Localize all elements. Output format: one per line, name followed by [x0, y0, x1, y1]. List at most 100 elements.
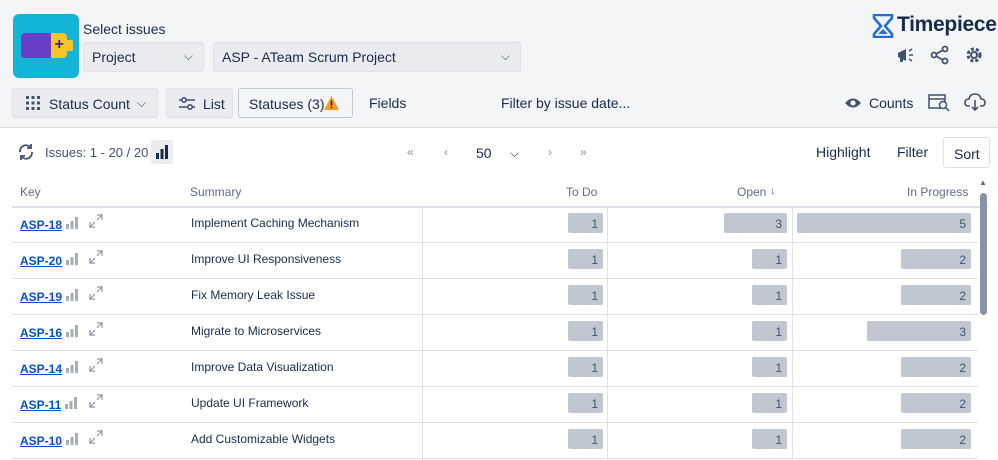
issues-count: Issues: 1 - 20 / 20	[45, 145, 149, 160]
column-header-in-progress[interactable]: In Progress	[907, 185, 968, 199]
project-select-dropdown[interactable]: ASP - ATeam Scrum Project ⌵	[213, 42, 521, 72]
scroll-up-arrow[interactable]: ▲	[979, 178, 987, 187]
chevron-down-icon: ⌵	[137, 96, 147, 110]
cell-divider	[792, 351, 793, 387]
issue-key-link[interactable]: ASP-14	[20, 362, 62, 376]
last-page-icon[interactable]: »	[580, 145, 587, 159]
count-bar-todo: 1	[568, 285, 603, 305]
column-header-summary[interactable]: Summary	[190, 185, 241, 199]
issue-summary: Improve UI Responsiveness	[191, 252, 342, 266]
next-page-icon[interactable]: ›	[548, 145, 552, 159]
chevron-down-icon: ⌵	[183, 49, 193, 63]
issue-summary: Improve Data Visualization	[191, 360, 334, 374]
cell-divider	[792, 387, 793, 423]
expand-icon[interactable]	[89, 394, 103, 411]
sort-button[interactable]: Sort	[943, 137, 990, 168]
grid-icon	[26, 96, 40, 113]
issue-summary: Fix Memory Leak Issue	[191, 288, 316, 302]
issue-key-link[interactable]: ASP-11	[20, 398, 61, 412]
sliders-icon	[179, 96, 195, 114]
issue-summary: Update UI Framework	[191, 396, 309, 410]
fields-button[interactable]: Fields	[359, 88, 416, 118]
list-button[interactable]: List	[166, 88, 233, 118]
issue-key-link[interactable]: ASP-18	[20, 218, 62, 232]
column-header-key[interactable]: Key	[20, 185, 41, 199]
mini-chart-icon[interactable]	[66, 324, 78, 342]
mini-chart-icon[interactable]	[65, 396, 77, 414]
expand-icon[interactable]	[89, 430, 103, 447]
app-battery-icon: +	[13, 14, 79, 78]
cell-divider	[607, 315, 608, 351]
filter-button[interactable]: Filter	[897, 144, 928, 160]
announcement-icon[interactable]	[894, 45, 916, 67]
chart-view-button[interactable]	[151, 140, 173, 164]
status-count-button[interactable]: Status Count ⌵	[12, 88, 158, 118]
expand-icon[interactable]	[89, 250, 103, 267]
issue-key-link[interactable]: ASP-10	[20, 434, 62, 448]
select-issues-label: Select issues	[83, 21, 166, 37]
issue-key-link[interactable]: ASP-19	[20, 290, 62, 304]
status-count-label: Status Count	[49, 96, 130, 112]
column-header-open[interactable]: Open	[737, 185, 766, 199]
cell-divider	[792, 243, 793, 279]
table-row: ASP-11 Update UI Framework 1 1 2	[12, 387, 978, 423]
count-bar-open: 1	[752, 321, 787, 341]
prev-page-icon[interactable]: ‹	[444, 145, 448, 159]
hourglass-icon	[872, 14, 894, 38]
issue-summary: Add Customizable Widgets	[191, 432, 336, 446]
mini-chart-icon[interactable]	[66, 432, 78, 450]
cell-divider	[792, 207, 793, 243]
expand-icon[interactable]	[89, 322, 103, 339]
mini-chart-icon[interactable]	[66, 252, 78, 270]
cell-divider	[607, 279, 608, 315]
list-label: List	[203, 96, 225, 112]
gear-icon[interactable]	[963, 45, 985, 67]
count-bar-in-progress: 2	[901, 393, 971, 413]
count-bar-todo: 1	[568, 357, 603, 377]
mini-chart-icon[interactable]	[66, 360, 78, 378]
cell-divider	[607, 207, 608, 243]
project-select-value: ASP - ATeam Scrum Project	[222, 49, 396, 65]
page-size-value[interactable]: 50	[476, 145, 492, 161]
statuses-label: Statuses (3)	[249, 96, 325, 112]
refresh-icon[interactable]	[17, 143, 35, 166]
count-bar-open: 1	[752, 393, 787, 413]
issue-key-link[interactable]: ASP-16	[20, 326, 62, 340]
expand-icon[interactable]	[89, 358, 103, 375]
mini-chart-icon[interactable]	[66, 288, 78, 306]
count-bar-open: 1	[752, 249, 787, 269]
share-icon[interactable]	[929, 45, 951, 67]
expand-icon[interactable]	[89, 214, 103, 231]
count-bar-in-progress: 2	[901, 249, 971, 269]
counts-button[interactable]: Counts	[834, 88, 920, 118]
count-bar-open: 1	[752, 285, 787, 305]
count-bar-open: 3	[724, 213, 787, 233]
count-bar-todo: 1	[568, 213, 603, 233]
count-bar-in-progress: 3	[867, 321, 971, 341]
table-row: ASP-18 Implement Caching Mechanism 1 3 5	[12, 207, 978, 243]
count-bar-open: 1	[752, 429, 787, 449]
issue-summary: Migrate to Microservices	[191, 324, 322, 338]
issue-summary: Implement Caching Mechanism	[191, 216, 360, 230]
column-header-todo[interactable]: To Do	[566, 185, 597, 199]
mini-chart-icon[interactable]	[66, 216, 78, 234]
highlight-button[interactable]: Highlight	[816, 144, 870, 160]
scrollbar-thumb[interactable]	[980, 193, 987, 315]
bar-chart-icon	[156, 145, 168, 159]
expand-icon[interactable]	[89, 286, 103, 303]
eye-icon	[844, 96, 862, 112]
warning-icon	[323, 95, 340, 114]
calendar-search-icon[interactable]	[928, 92, 950, 114]
cloud-download-icon[interactable]	[964, 92, 986, 114]
first-page-icon[interactable]: «	[407, 145, 414, 159]
table-row: ASP-14 Improve Data Visualization 1 1 2	[12, 351, 978, 387]
table-row: ASP-10 Add Customizable Widgets 1 1 2	[12, 423, 978, 459]
count-bar-todo: 1	[568, 393, 603, 413]
counts-label: Counts	[869, 95, 914, 111]
statuses-button[interactable]: Statuses (3)	[238, 88, 353, 118]
filter-by-date-button[interactable]: Filter by issue date...	[491, 88, 640, 118]
chevron-down-icon[interactable]: ⌵	[510, 146, 519, 161]
project-type-dropdown[interactable]: Project ⌵	[83, 42, 204, 72]
chevron-down-icon: ⌵	[500, 49, 510, 63]
issue-key-link[interactable]: ASP-20	[20, 254, 62, 268]
